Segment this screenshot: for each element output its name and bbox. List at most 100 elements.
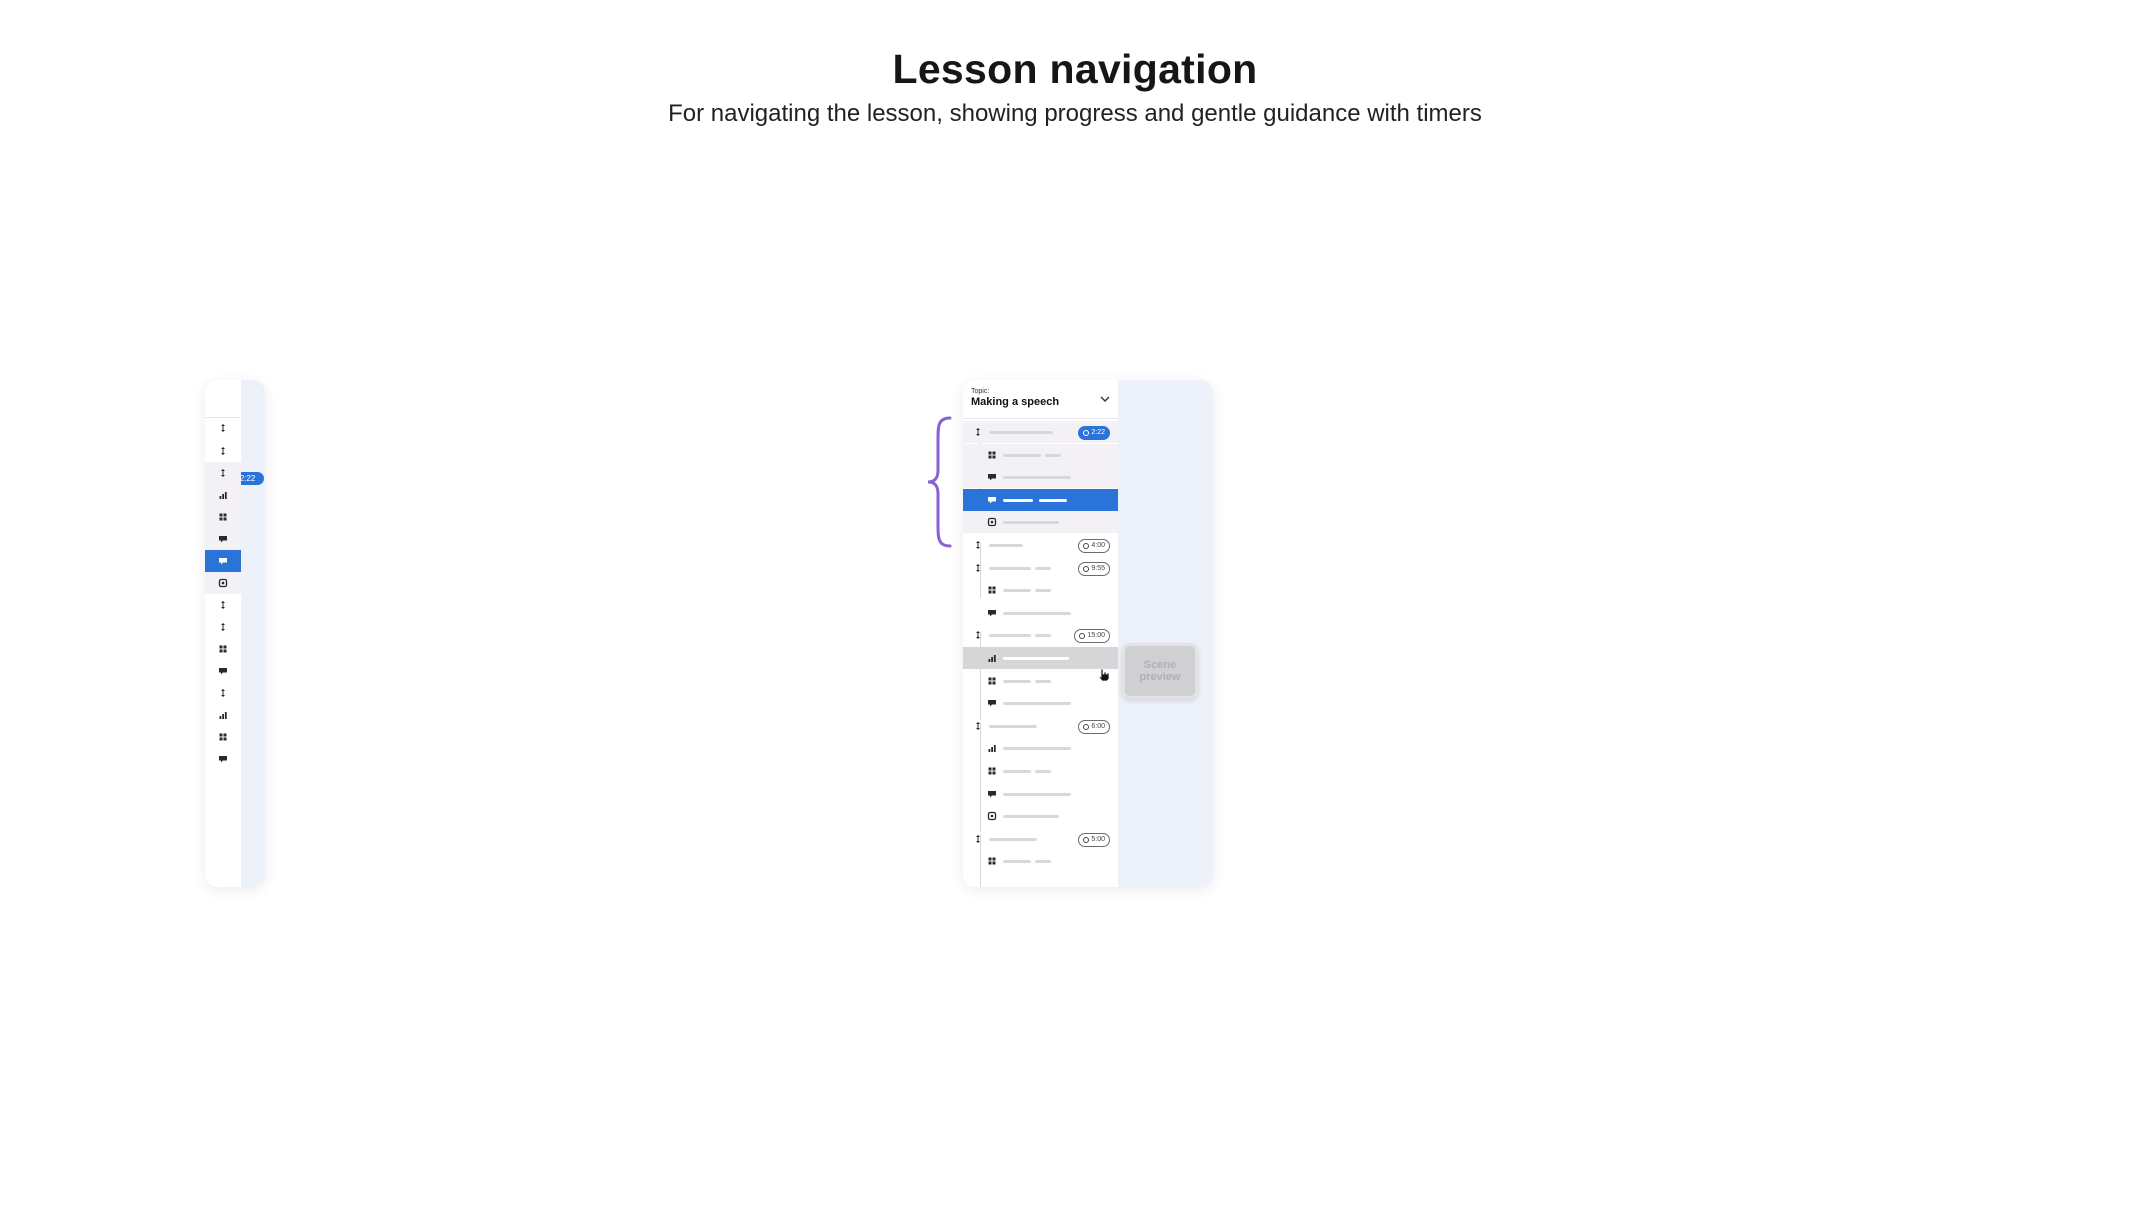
lesson-scene-row[interactable] — [963, 692, 1118, 714]
grid-icon — [988, 767, 996, 775]
grid-icon — [988, 586, 996, 594]
rail-item[interactable] — [205, 682, 241, 704]
rail-item[interactable] — [205, 704, 241, 726]
lesson-scene-row[interactable] — [963, 737, 1118, 759]
section-icon — [976, 631, 980, 640]
rail-item[interactable] — [205, 748, 241, 770]
placeholder-text-bar — [989, 634, 1031, 638]
chat-icon — [219, 558, 227, 565]
clock-icon — [1083, 836, 1090, 843]
placeholder-text-bar — [1035, 589, 1051, 593]
collapsed-lesson-rail: 2:22 — [205, 380, 265, 887]
chat-icon — [219, 756, 227, 763]
lesson-scene-row[interactable] — [963, 602, 1118, 624]
placeholder-text-bar — [989, 544, 1023, 547]
clock-icon — [1083, 430, 1090, 436]
grid-icon — [219, 513, 227, 521]
rail-item[interactable] — [205, 726, 241, 748]
page-title: Lesson navigation — [892, 46, 1258, 92]
rail-item[interactable] — [205, 550, 241, 572]
brace-annotation — [927, 416, 952, 548]
rail-item[interactable] — [205, 462, 241, 484]
placeholder-text-bar — [1003, 747, 1071, 751]
rail-header — [205, 380, 241, 418]
lesson-section-row[interactable]: 6:00 — [963, 715, 1118, 737]
placeholder-text-bar — [1003, 770, 1031, 773]
chart-icon — [219, 712, 227, 719]
topic-header[interactable]: Topic: Making a speech — [963, 380, 1118, 419]
grid-icon — [988, 677, 996, 685]
lesson-section-row[interactable]: 4:00 — [963, 534, 1118, 556]
placeholder-text-bar — [1003, 498, 1033, 502]
placeholder-text-bar — [1003, 453, 1041, 457]
rail-item[interactable] — [205, 528, 241, 550]
placeholder-text-bar — [1003, 521, 1059, 525]
lesson-scene-row[interactable] — [963, 805, 1118, 827]
lesson-scene-row[interactable] — [963, 850, 1118, 872]
placeholder-text-bar — [1035, 770, 1051, 773]
placeholder-text-bar — [1003, 476, 1071, 480]
chart-icon — [988, 655, 996, 662]
rail-item[interactable] — [205, 440, 241, 462]
placeholder-text-bar — [1035, 860, 1051, 864]
clock-icon — [1083, 565, 1090, 572]
section-icon — [221, 623, 225, 631]
lesson-scene-row[interactable] — [963, 488, 1118, 511]
placeholder-text-bar — [1039, 498, 1067, 502]
lesson-scene-row[interactable] — [963, 647, 1118, 669]
section-icon — [221, 469, 225, 477]
placeholder-text-bar — [1003, 815, 1059, 819]
rail-item[interactable] — [205, 616, 241, 638]
chat-icon — [988, 790, 996, 798]
page-header: Lesson navigation For navigating the les… — [0, 46, 2150, 128]
chart-icon — [219, 492, 227, 499]
placeholder-text-bar — [989, 566, 1031, 570]
section-timer-badge: 4:00 — [1078, 539, 1110, 553]
section-icon — [221, 689, 225, 697]
section-timer-badge: 15:00 — [1074, 629, 1110, 644]
chat-icon — [988, 700, 996, 707]
clock-icon — [1083, 723, 1090, 730]
rail-item[interactable] — [205, 638, 241, 660]
section-icon — [976, 563, 980, 572]
hand-cursor-icon — [1098, 668, 1110, 682]
lesson-section-row[interactable]: 5:00 — [963, 828, 1118, 850]
lesson-scene-row[interactable] — [963, 760, 1118, 782]
chat-icon — [219, 536, 227, 543]
section-icon — [221, 447, 225, 455]
chat-icon — [988, 496, 996, 504]
section-timer-badge: 5:00 — [1078, 832, 1110, 847]
lesson-scene-row[interactable] — [963, 579, 1118, 601]
lesson-scene-row[interactable] — [963, 443, 1118, 466]
placeholder-text-bar — [989, 837, 1037, 841]
placeholder-text-bar — [1003, 860, 1031, 864]
rail-item[interactable] — [205, 660, 241, 682]
placeholder-text-bar — [1035, 634, 1051, 638]
lesson-section-row[interactable]: 15:00 — [963, 624, 1118, 646]
chevron-down-icon[interactable] — [1100, 395, 1110, 403]
section-timer-badge: 2:22 — [1078, 426, 1110, 440]
lesson-section-row[interactable]: 2:22 — [963, 421, 1118, 443]
lesson-scene-row[interactable] — [963, 783, 1118, 805]
rail-item[interactable] — [205, 417, 241, 439]
placeholder-text-bar — [1035, 566, 1051, 570]
placeholder-text-bar — [989, 724, 1037, 728]
rail-item[interactable] — [205, 484, 241, 506]
section-icon — [976, 834, 980, 843]
rail-item[interactable] — [205, 572, 241, 594]
rail-item[interactable] — [205, 594, 241, 616]
lesson-scene-row[interactable] — [963, 466, 1118, 489]
placeholder-text-bar — [989, 431, 1053, 434]
grid-icon — [219, 733, 227, 741]
chart-icon — [988, 745, 996, 753]
lesson-scene-row[interactable] — [963, 670, 1118, 692]
lesson-list: Topic: Making a speech 2:22 4:00 9:55 15:00… — [963, 380, 1118, 887]
placeholder-text-bar — [1003, 702, 1071, 706]
section-icon — [221, 601, 225, 609]
lesson-scene-row[interactable] — [963, 511, 1118, 534]
section-timer-badge: 6:00 — [1078, 719, 1110, 734]
rail-item[interactable] — [205, 506, 241, 528]
chat-icon — [219, 668, 227, 675]
lesson-section-row[interactable]: 9:55 — [963, 557, 1118, 579]
placeholder-text-bar — [1003, 679, 1031, 683]
